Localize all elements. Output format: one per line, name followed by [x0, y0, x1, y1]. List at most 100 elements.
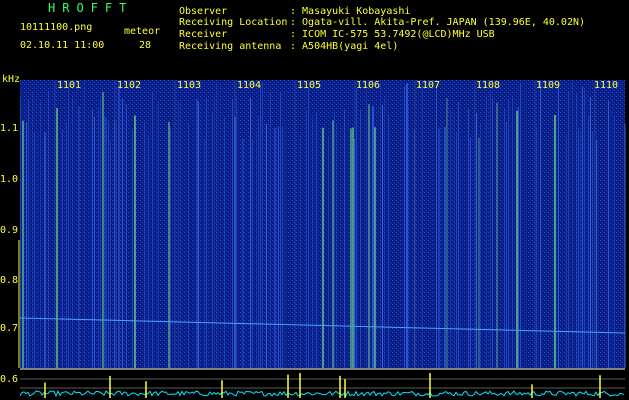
noise-band [72, 95, 73, 369]
noise-band [274, 127, 276, 368]
noise-band [506, 121, 507, 368]
noise-band [328, 135, 329, 368]
noise-band [178, 100, 179, 368]
noise-band [280, 91, 281, 369]
minute-label: 1101 [57, 80, 82, 91]
noise-band [504, 108, 505, 369]
noise-band [132, 129, 133, 368]
noise-band [98, 106, 99, 369]
noise-band [44, 132, 46, 368]
noise-band [584, 87, 585, 369]
axis-tick-label: 1.1 [0, 123, 19, 134]
noise-band [104, 116, 106, 368]
noise-band [260, 85, 261, 369]
noise-band [300, 134, 301, 368]
noise-band [108, 121, 109, 368]
noise-band [566, 134, 567, 368]
noise-band [596, 139, 597, 368]
noise-band [158, 101, 159, 369]
noise-band [588, 116, 589, 368]
noise-band [78, 105, 80, 368]
noise-band [306, 109, 307, 369]
noise-band [454, 112, 455, 368]
noise-band [496, 102, 498, 369]
noise-band [282, 125, 283, 368]
noise-band [334, 111, 335, 368]
noise-band [94, 116, 95, 368]
noise-band [478, 137, 480, 368]
noise-band [406, 83, 408, 368]
noise-band [62, 129, 63, 368]
noise-band [446, 98, 448, 368]
noise-band [436, 84, 437, 368]
noise-band [438, 128, 440, 368]
noise-band [270, 92, 271, 368]
noise-band [590, 97, 591, 369]
noise-band [258, 115, 259, 368]
noise-band [422, 81, 423, 368]
noise-band [576, 93, 577, 368]
noise-band [20, 98, 21, 369]
noise-band [458, 101, 459, 368]
noise-band [608, 101, 609, 369]
axis-tick-label: 0.7 [0, 323, 19, 334]
axis-unit-label: kHz [2, 74, 21, 85]
noise-band [360, 109, 361, 368]
noise-band [572, 81, 573, 369]
minute-label: 1104 [237, 80, 262, 91]
minute-label: 1103 [177, 80, 202, 91]
noise-band [266, 123, 267, 369]
noise-band [352, 127, 354, 368]
noise-band [382, 104, 383, 369]
noise-band [492, 97, 493, 368]
noise-band [84, 80, 85, 368]
noise-band [196, 98, 198, 368]
noise-band [516, 110, 518, 369]
noise-band [198, 101, 199, 368]
noise-band [26, 122, 27, 368]
noise-band [206, 98, 207, 369]
minute-label: 1107 [416, 80, 441, 91]
noise-band [48, 90, 49, 369]
noise-band [350, 128, 352, 368]
noise-band [188, 122, 189, 368]
minute-label: 1108 [476, 80, 501, 91]
noise-band [366, 87, 367, 369]
noise-band [216, 81, 217, 368]
noise-band [408, 104, 409, 368]
noise-band [256, 133, 257, 368]
noise-band [374, 127, 376, 369]
noise-band [380, 83, 381, 369]
noise-band [152, 92, 153, 368]
noise-band [236, 96, 237, 368]
noise-band [368, 104, 370, 368]
noise-band [540, 81, 541, 368]
noise-band [520, 82, 521, 368]
minute-label: 1105 [297, 80, 322, 91]
noise-band [68, 85, 69, 368]
noise-band [232, 98, 233, 369]
noise-band [536, 127, 537, 368]
noise-band [470, 137, 471, 368]
noise-band [32, 94, 33, 368]
noise-band [110, 139, 111, 368]
noise-band [332, 120, 334, 368]
noise-band [624, 123, 626, 368]
noise-band [316, 113, 317, 369]
noise-band [444, 126, 446, 368]
noise-band [242, 138, 244, 368]
noise-band [262, 81, 263, 368]
noise-band [250, 97, 251, 369]
noise-band [480, 122, 481, 369]
noise-band [278, 126, 279, 368]
noise-band [554, 115, 556, 368]
noise-band [92, 108, 93, 369]
axis-tick-label: 1.0 [0, 174, 19, 185]
noise-band [450, 109, 451, 368]
noise-band [122, 98, 123, 368]
noise-band [102, 92, 104, 368]
noise-band [100, 97, 101, 369]
noise-band [582, 86, 583, 369]
noise-band [118, 85, 120, 368]
noise-band [336, 123, 337, 368]
